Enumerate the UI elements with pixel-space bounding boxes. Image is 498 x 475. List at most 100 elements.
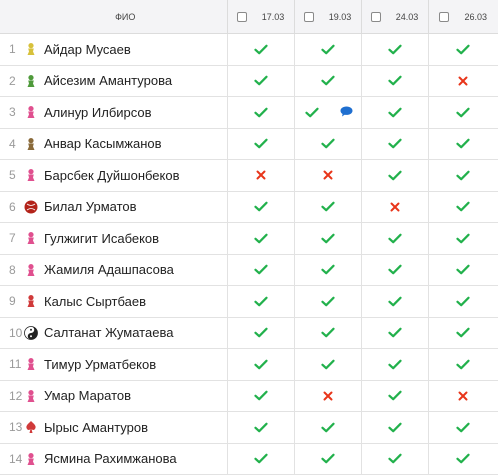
attendance-cell[interactable] <box>293 254 361 286</box>
attendance-cell[interactable] <box>427 33 498 66</box>
attendance-cell[interactable] <box>293 159 361 192</box>
student-name-cell[interactable]: Калыс Сыртбаев <box>24 285 227 318</box>
student-name: Жамиля Адашпасова <box>44 262 174 278</box>
attendance-cell[interactable] <box>293 65 361 97</box>
row-number: 9 <box>0 285 24 318</box>
attendance-cell[interactable] <box>360 222 428 255</box>
attendance-cell[interactable] <box>226 128 294 160</box>
attendance-cell[interactable] <box>360 33 428 66</box>
attendance-cell[interactable] <box>427 348 498 381</box>
bust-icon <box>24 452 38 466</box>
attendance-cell[interactable] <box>226 380 294 412</box>
attendance-cell[interactable] <box>226 317 294 349</box>
row-number: 1 <box>0 33 24 66</box>
attendance-cell[interactable] <box>226 96 294 129</box>
student-name-cell[interactable]: Салтанат Жуматаева <box>24 317 227 349</box>
attendance-cell[interactable] <box>293 317 361 349</box>
attendance-cell[interactable] <box>293 411 361 444</box>
attendance-cell[interactable] <box>360 411 428 444</box>
attendance-cell[interactable] <box>293 222 361 255</box>
attendance-cell[interactable] <box>226 222 294 255</box>
select-date-3-checkbox[interactable] <box>370 11 381 22</box>
student-name-cell[interactable]: Гулжигит Исабеков <box>24 222 227 255</box>
attendance-cell[interactable] <box>427 285 498 318</box>
present-check-icon <box>320 138 335 149</box>
row-number: 2 <box>0 65 24 97</box>
attendance-cell[interactable] <box>360 254 428 286</box>
header-date-1: 17.03 <box>226 0 294 34</box>
present-check-icon <box>253 264 268 275</box>
attendance-cell[interactable] <box>427 222 498 255</box>
attendance-cell[interactable] <box>427 191 498 223</box>
bust-icon <box>24 389 38 403</box>
attendance-cell[interactable] <box>293 96 361 129</box>
attendance-cell[interactable] <box>226 33 294 66</box>
table-row: 7 Гулжигит Исабеков <box>0 222 498 255</box>
student-name-cell[interactable]: Тимур Урматбеков <box>24 348 227 381</box>
comment-bubble-icon[interactable] <box>340 106 353 117</box>
absent-cross-icon <box>256 170 266 180</box>
header-name-label: ФИО <box>115 11 136 22</box>
attendance-cell[interactable] <box>360 159 428 192</box>
attendance-cell[interactable] <box>427 96 498 129</box>
attendance-cell[interactable] <box>360 317 428 349</box>
bust-icon <box>24 137 38 151</box>
attendance-cell[interactable] <box>360 380 428 412</box>
date-2-label: 19.03 <box>328 11 352 22</box>
attendance-cell[interactable] <box>293 191 361 223</box>
attendance-cell[interactable] <box>360 128 428 160</box>
attendance-cell[interactable] <box>427 317 498 349</box>
student-name: Алинур Илбирсов <box>44 104 152 120</box>
student-name-cell[interactable]: Анвар Касымжанов <box>24 128 227 160</box>
attendance-cell[interactable] <box>226 285 294 318</box>
student-name: Салтанат Жуматаева <box>44 325 174 341</box>
attendance-cell[interactable] <box>360 285 428 318</box>
attendance-cell[interactable] <box>427 254 498 286</box>
attendance-cell[interactable] <box>360 96 428 129</box>
student-name-cell[interactable]: Алинур Илбирсов <box>24 96 227 129</box>
student-name: Тимур Урматбеков <box>44 356 157 372</box>
attendance-cell[interactable] <box>226 348 294 381</box>
select-date-4-checkbox[interactable] <box>439 11 450 22</box>
attendance-cell[interactable] <box>226 65 294 97</box>
student-name-cell[interactable]: Барсбек Дуйшонбеков <box>24 159 227 192</box>
attendance-cell[interactable] <box>226 411 294 444</box>
attendance-cell[interactable] <box>427 159 498 192</box>
select-date-1-checkbox[interactable] <box>236 11 247 22</box>
header-name-cell: ФИО <box>24 0 227 34</box>
student-name-cell[interactable]: Жамиля Адашпасова <box>24 254 227 286</box>
student-name-cell[interactable]: Билал Урматов <box>24 191 227 223</box>
attendance-cell[interactable] <box>226 254 294 286</box>
attendance-cell[interactable] <box>226 159 294 192</box>
student-name-cell[interactable]: Ырыс Амантуров <box>24 411 227 444</box>
student-name-cell[interactable]: Умар Маратов <box>24 380 227 412</box>
attendance-table: ФИО 17.03 19.03 24.03 26.03 1 Айдар Мусае… <box>0 0 498 475</box>
attendance-cell[interactable] <box>226 191 294 223</box>
attendance-cell[interactable] <box>427 128 498 160</box>
attendance-cell[interactable] <box>360 65 428 97</box>
absent-cross-icon <box>458 76 468 86</box>
absent-cross-icon <box>323 170 333 180</box>
present-check-icon <box>253 390 268 401</box>
attendance-cell[interactable] <box>293 285 361 318</box>
attendance-cell[interactable] <box>427 380 498 412</box>
attendance-cell[interactable] <box>360 348 428 381</box>
student-name: Айдар Мусаев <box>44 41 131 57</box>
student-name-cell[interactable]: Айдар Мусаев <box>24 33 227 66</box>
attendance-cell[interactable] <box>427 411 498 444</box>
attendance-cell[interactable] <box>293 348 361 381</box>
present-check-icon <box>253 327 268 338</box>
row-number: 13 <box>0 411 24 444</box>
yin-yang-icon <box>24 325 38 340</box>
attendance-cell[interactable] <box>360 191 428 223</box>
student-name-cell[interactable]: Айсезим Амантурова <box>24 65 227 97</box>
attendance-cell[interactable] <box>293 128 361 160</box>
table-row: 5 Барсбек Дуйшонбеков <box>0 159 498 192</box>
absent-cross-icon <box>323 391 333 401</box>
attendance-cell[interactable] <box>427 65 498 97</box>
date-4-label: 26.03 <box>464 11 488 22</box>
bust-icon <box>24 294 38 308</box>
attendance-cell[interactable] <box>293 33 361 66</box>
select-date-2-checkbox[interactable] <box>303 11 314 22</box>
attendance-cell[interactable] <box>293 380 361 412</box>
